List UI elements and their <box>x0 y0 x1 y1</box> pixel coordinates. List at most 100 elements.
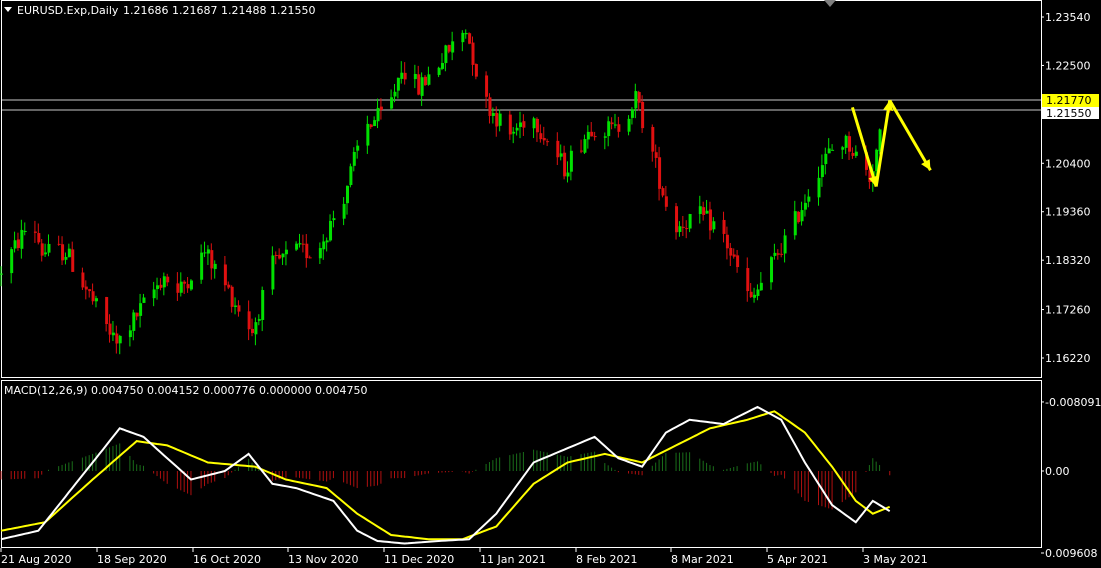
chart-canvas[interactable]: 1.23540 1.22500 1.20400 1.19360 1.18320 1.172… <box>0 0 1101 568</box>
candle <box>91 283 95 305</box>
candle-body <box>152 289 156 299</box>
candle-body <box>176 283 180 293</box>
candle <box>298 233 302 248</box>
candle <box>166 273 170 287</box>
candle-body <box>88 289 92 292</box>
price-axis: 1.23540 1.22500 1.20400 1.19360 1.18320 1.172… <box>1041 11 1091 365</box>
candle-body <box>617 124 621 132</box>
candle-body <box>284 249 288 255</box>
candle <box>132 309 136 341</box>
arrow-annotation[interactable] <box>888 99 932 172</box>
candle <box>820 154 824 187</box>
candle-body <box>807 196 811 202</box>
price-tick-label: 1.16220 <box>1045 352 1091 365</box>
candle-body <box>654 152 658 158</box>
candle <box>590 122 594 137</box>
candle-body <box>139 303 143 316</box>
candle-body <box>440 62 444 69</box>
candle-body <box>132 312 136 331</box>
candle-body <box>729 247 733 256</box>
candle-body <box>800 210 804 222</box>
candle-body <box>271 255 275 290</box>
candle-body <box>379 106 383 110</box>
candle-body <box>841 147 845 150</box>
price-tick-label: 1.19360 <box>1045 206 1091 219</box>
candle <box>603 132 607 150</box>
candle <box>630 107 634 125</box>
candle-body <box>685 228 689 230</box>
time-tick-label: 21 Aug 2020 <box>1 553 71 566</box>
candle <box>369 123 373 129</box>
candle-body <box>824 153 828 165</box>
candle <box>162 272 166 296</box>
candle-body <box>613 124 617 126</box>
candle-body <box>111 332 115 336</box>
time-tick-label: 11 Dec 2020 <box>384 553 454 566</box>
candle <box>118 334 122 355</box>
candle <box>413 64 417 89</box>
candle-body <box>356 145 360 151</box>
candle <box>237 300 241 317</box>
candle-body <box>658 157 662 189</box>
candle-body <box>393 91 397 97</box>
candle-body <box>749 291 753 298</box>
candle-body <box>627 118 631 132</box>
triangle-down-icon[interactable] <box>4 7 12 12</box>
candle <box>546 138 550 147</box>
candle <box>61 236 65 265</box>
candle-body <box>678 226 682 232</box>
candle <box>688 213 692 233</box>
candle <box>23 222 27 236</box>
candle <box>213 260 217 279</box>
candle-body <box>295 243 299 250</box>
candle <box>424 75 428 87</box>
candle-body <box>651 127 655 152</box>
candle <box>142 293 146 303</box>
candle <box>654 144 658 168</box>
candle <box>474 63 478 80</box>
candle-body <box>115 333 119 344</box>
annotation-arrows[interactable] <box>850 99 932 187</box>
macd-main-line <box>0 405 891 545</box>
candle-body <box>630 109 634 118</box>
candle <box>712 217 716 233</box>
candle-body <box>722 219 726 234</box>
trading-chart-window[interactable]: 1.23540 1.22500 1.20400 1.19360 1.18320 1.172… <box>0 0 1101 568</box>
candle <box>783 229 787 263</box>
candle-body <box>40 243 44 256</box>
candle <box>376 98 380 129</box>
candle <box>464 29 468 39</box>
candle <box>189 279 193 291</box>
candle <box>346 185 349 215</box>
candle-body <box>569 150 573 172</box>
macd-tick-label: 0.009608 <box>1045 547 1098 560</box>
candle <box>451 31 455 61</box>
candle-body <box>23 230 27 232</box>
candle-body <box>366 123 370 146</box>
candle-body <box>162 276 166 288</box>
candle-body <box>227 284 231 288</box>
candle-body <box>128 330 132 338</box>
candle-body <box>759 282 763 291</box>
candle <box>427 66 431 86</box>
candle <box>661 186 665 198</box>
candle <box>390 89 394 111</box>
candle <box>515 123 519 136</box>
candle <box>420 72 424 106</box>
candle <box>64 252 68 265</box>
candle-body <box>491 113 495 116</box>
candle-body <box>16 239 20 248</box>
candle-body <box>0 273 3 275</box>
time-tick-label: 18 Sep 2020 <box>97 553 167 566</box>
scroll-shift-marker-icon[interactable] <box>824 0 836 7</box>
candle-body <box>519 122 522 127</box>
candle-body <box>318 248 322 259</box>
candle <box>417 65 421 96</box>
candle-body <box>698 206 702 215</box>
candle-body <box>189 280 193 290</box>
candle-body <box>94 298 98 302</box>
candle <box>519 111 522 139</box>
candle <box>664 185 668 211</box>
candle <box>807 189 811 208</box>
candle <box>851 147 855 159</box>
